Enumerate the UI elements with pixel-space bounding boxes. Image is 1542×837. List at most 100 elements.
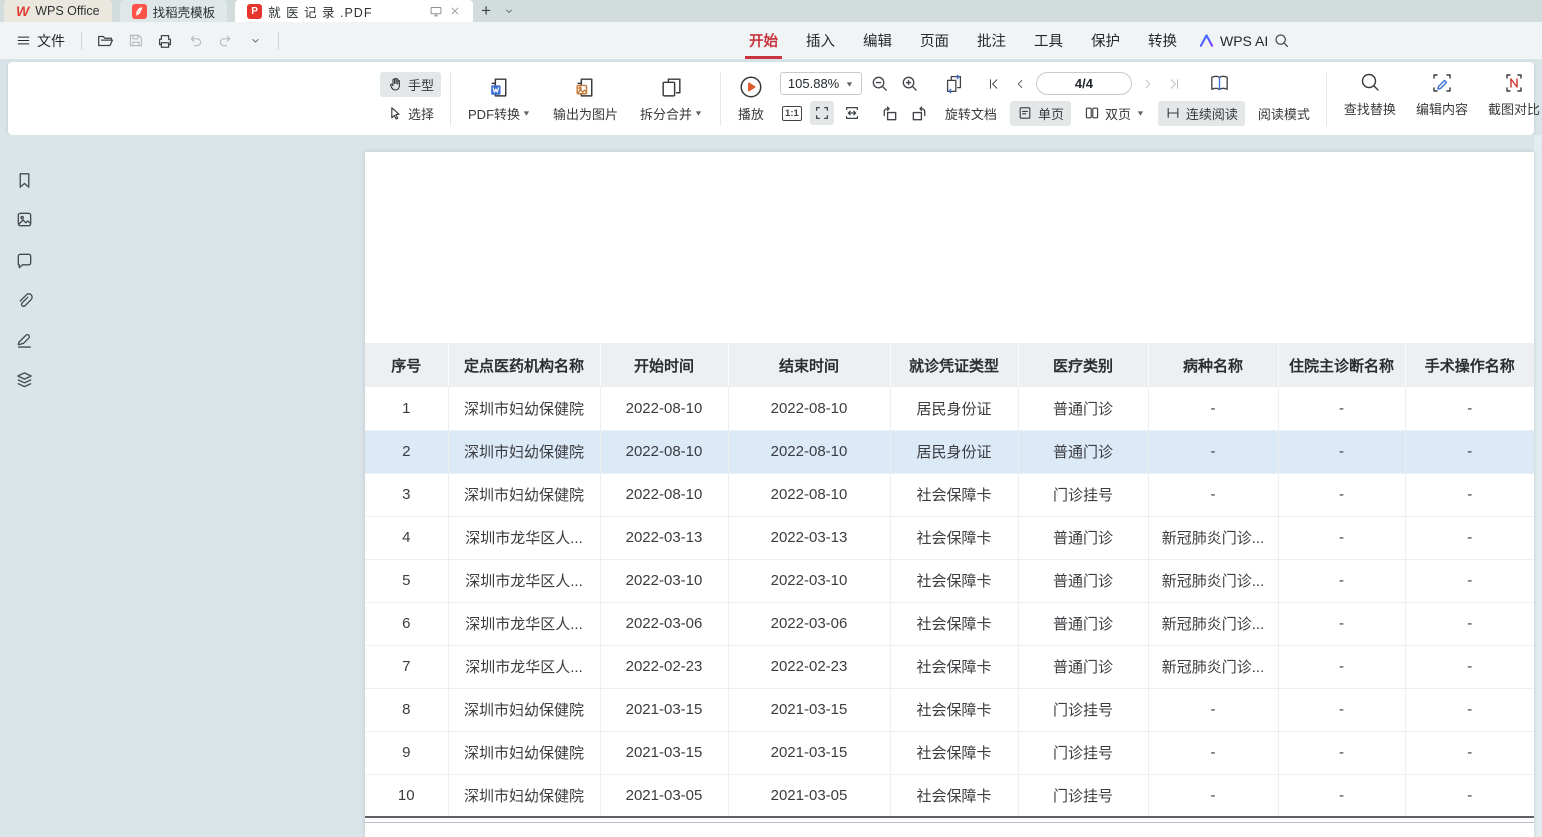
ribbon-tab-2[interactable]: 编辑: [849, 22, 906, 59]
first-page-button[interactable]: [984, 73, 1004, 95]
rotate-document-label: 旋转文档: [945, 104, 997, 123]
table-cell: 4: [365, 516, 448, 559]
single-page-button[interactable]: 单页: [1010, 101, 1071, 126]
close-tab-icon[interactable]: [449, 5, 461, 17]
table-cell: 普通门诊: [1018, 387, 1148, 430]
table-cell: 社会保障卡: [890, 688, 1018, 731]
next-page-button[interactable]: [1138, 73, 1158, 95]
print-button[interactable]: [152, 28, 178, 54]
divider: [450, 72, 451, 126]
rotate-document-button[interactable]: 旋转文档: [938, 101, 1004, 126]
pdf-convert-button[interactable]: PDF转换▼: [460, 73, 539, 125]
bookmark-icon[interactable]: [13, 169, 35, 191]
wps-ai-button[interactable]: WPS AI: [1188, 33, 1278, 49]
ribbon-tab-4[interactable]: 批注: [963, 22, 1020, 59]
hand-tool-button[interactable]: 手型: [380, 72, 441, 97]
redo-button[interactable]: [212, 28, 238, 54]
table-cell: 新冠肺炎门诊...: [1148, 559, 1278, 602]
double-page-button[interactable]: 双页 ▼: [1077, 101, 1152, 126]
table-cell: 普通门诊: [1018, 645, 1148, 688]
rotate-pages-button[interactable]: [942, 72, 966, 96]
ribbon-tab-6[interactable]: 保护: [1077, 22, 1134, 59]
play-button[interactable]: 播放: [730, 72, 772, 125]
find-replace-button[interactable]: 查找替换: [1336, 69, 1404, 120]
tab-wps-office[interactable]: W WPS Office: [4, 0, 112, 22]
table-cell: 2022-03-06: [600, 602, 728, 645]
table-row[interactable]: 9深圳市妇幼保健院2021-03-152021-03-15社会保障卡门诊挂号--…: [365, 731, 1534, 774]
table-cell: 5: [365, 559, 448, 602]
table-row[interactable]: 2深圳市妇幼保健院2022-08-102022-08-10居民身份证普通门诊--…: [365, 430, 1534, 473]
table-row[interactable]: 10深圳市妇幼保健院2021-03-052021-03-05社会保障卡门诊挂号-…: [365, 774, 1534, 817]
split-merge-button[interactable]: 拆分合并▼: [632, 73, 711, 125]
search-button[interactable]: [1268, 28, 1294, 54]
undo-button[interactable]: [182, 28, 208, 54]
vertical-scrollbar[interactable]: [1534, 135, 1542, 837]
table-row[interactable]: 1深圳市妇幼保健院2022-08-102022-08-10居民身份证普通门诊--…: [365, 387, 1534, 430]
tab-list-chevron-icon[interactable]: [499, 0, 519, 22]
table-header-cell: 开始时间: [600, 343, 728, 387]
table-row[interactable]: 3深圳市妇幼保健院2022-08-102022-08-10社会保障卡门诊挂号--…: [365, 473, 1534, 516]
table-row[interactable]: 5深圳市龙华区人...2022-03-102022-03-10社会保障卡普通门诊…: [365, 559, 1534, 602]
toolbar: 手型 选择 PDF转换▼ 输出为图片 拆分合并▼: [8, 62, 1534, 135]
open-file-button[interactable]: [92, 28, 118, 54]
table-row[interactable]: 8深圳市妇幼保健院2021-03-152021-03-15社会保障卡门诊挂号--…: [365, 688, 1534, 731]
monitor-icon[interactable]: [429, 4, 443, 18]
zoom-in-button[interactable]: [898, 72, 922, 96]
table-cell: 2021-03-15: [728, 688, 890, 731]
layers-icon[interactable]: [13, 368, 35, 390]
fit-width-button[interactable]: [840, 101, 864, 125]
tab-docer-templates[interactable]: 找稻壳模板: [120, 0, 228, 22]
fit-page-button[interactable]: [810, 101, 834, 125]
zoom-out-button[interactable]: [868, 72, 892, 96]
ribbon-tab-3[interactable]: 页面: [906, 22, 963, 59]
single-page-label: 单页: [1038, 104, 1064, 123]
file-menu-button[interactable]: 文件: [10, 27, 71, 55]
table-cell: 社会保障卡: [890, 559, 1018, 602]
table-cell: 门诊挂号: [1018, 473, 1148, 516]
table-header-cell: 住院主诊断名称: [1278, 343, 1405, 387]
undo-icon: [187, 32, 204, 49]
previous-page-button[interactable]: [1010, 73, 1030, 95]
read-mode-button[interactable]: 阅读模式: [1251, 101, 1317, 126]
pdf-convert-label: PDF转换: [468, 104, 520, 123]
new-tab-button[interactable]: +: [473, 0, 499, 22]
screenshot-compare-button[interactable]: 截图对比: [1480, 69, 1542, 120]
comment-panel-icon[interactable]: [13, 249, 35, 271]
pdf-file-icon: P: [247, 4, 262, 19]
table-cell: 2022-03-10: [600, 559, 728, 602]
continuous-read-button[interactable]: 连续阅读: [1158, 101, 1245, 126]
ribbon-tab-5[interactable]: 工具: [1020, 22, 1077, 59]
ribbon-tab-0[interactable]: 开始: [735, 22, 792, 59]
page-indicator[interactable]: 4/4: [1036, 72, 1132, 95]
rotate-left-button[interactable]: [878, 101, 902, 125]
ribbon-tabs: 开始插入编辑页面批注工具保护转换: [735, 22, 1191, 59]
table-cell: -: [1405, 473, 1534, 516]
export-image-button[interactable]: 输出为图片: [545, 73, 626, 125]
table-row[interactable]: 7深圳市龙华区人...2022-02-232022-02-23社会保障卡普通门诊…: [365, 645, 1534, 688]
table-cell: -: [1405, 602, 1534, 645]
signature-pen-icon[interactable]: [13, 328, 35, 350]
table-cell: 2022-08-10: [728, 473, 890, 516]
toolbar-options-chevron[interactable]: [242, 28, 268, 54]
select-tool-button[interactable]: 选择: [380, 101, 441, 126]
table-cell: 2021-03-15: [600, 688, 728, 731]
save-button[interactable]: [122, 28, 148, 54]
table-header-cell: 病种名称: [1148, 343, 1278, 387]
table-cell: 社会保障卡: [890, 731, 1018, 774]
edit-content-button[interactable]: 编辑内容: [1408, 69, 1476, 120]
rotate-right-button[interactable]: [908, 101, 932, 125]
tab-document-active[interactable]: P 就 医 记 录 .PDF: [235, 0, 473, 22]
read-mode-icon-button[interactable]: [1208, 72, 1232, 96]
attachment-icon[interactable]: [13, 289, 35, 311]
table-cell: 深圳市龙华区人...: [448, 559, 600, 602]
actual-size-button[interactable]: 1:1: [780, 101, 804, 125]
table-cell: -: [1148, 430, 1278, 473]
ribbon-tab-1[interactable]: 插入: [792, 22, 849, 59]
last-page-button[interactable]: [1164, 73, 1184, 95]
ribbon-tab-7[interactable]: 转换: [1134, 22, 1191, 59]
table-row[interactable]: 4深圳市龙华区人...2022-03-132022-03-13社会保障卡普通门诊…: [365, 516, 1534, 559]
document-title: 就 医 记 录 .PDF: [268, 2, 423, 21]
zoom-level-select[interactable]: 105.88% ▼: [780, 72, 862, 95]
thumbnail-panel-icon[interactable]: [13, 208, 35, 230]
table-row[interactable]: 6深圳市龙华区人...2022-03-062022-03-06社会保障卡普通门诊…: [365, 602, 1534, 645]
